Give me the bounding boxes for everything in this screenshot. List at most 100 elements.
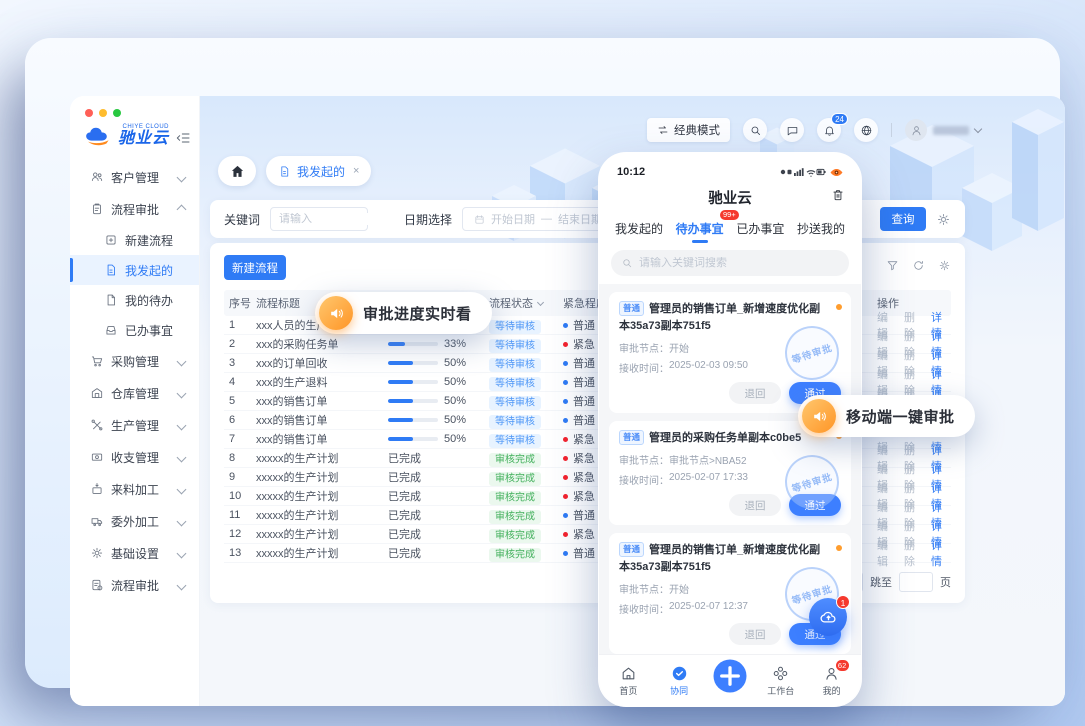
urgency-dot [563,513,568,518]
chevron-icon [177,516,187,526]
phone-tab[interactable]: 待办事宜 99+ [676,218,724,239]
minimize-window-dot[interactable] [99,109,107,117]
jump-page-input[interactable] [899,572,933,592]
refresh-icon[interactable] [912,259,925,272]
status-badge: 等待审核 [489,339,541,353]
notifications-button[interactable]: 24 [817,118,841,142]
sidebar-item-icon [90,546,104,560]
phone-nav-item[interactable] [708,668,752,694]
row-index: 6 [224,414,256,426]
row-index: 11 [224,509,256,521]
batch-approve-float-button[interactable]: 1 [809,598,847,636]
user-menu[interactable] [905,119,981,141]
phone-tab[interactable]: 抄送我的 [797,218,845,239]
return-button[interactable]: 退回 [729,382,781,404]
process-title: xxxxx的生产计划 [256,450,388,466]
sidebar-item-icon [90,482,104,496]
window-bezel: CHIYE CLOUD 驰业云 客户管理 流程审批 [25,38,1060,688]
sidebar-item[interactable]: 生产管理 [70,409,199,441]
sidebar-item-icon [104,323,118,337]
search-button[interactable] [743,118,767,142]
close-window-dot[interactable] [85,109,93,117]
phone-header: 驰业云 [599,183,861,211]
sort-caret-icon[interactable] [537,298,544,305]
filter-settings-gear-icon[interactable] [936,212,951,227]
process-title: xxx的生产退料 [256,374,388,390]
close-tab-icon[interactable]: × [353,165,359,177]
notification-badge: 24 [831,113,848,125]
phone-search-bar[interactable] [611,250,849,276]
phone-tab[interactable]: 我发起的 [615,218,663,239]
classic-mode-button[interactable]: 经典模式 [647,118,730,142]
sidebar-item-icon [90,450,104,464]
sidebar-item[interactable]: 来料加工 [70,473,199,505]
messages-button[interactable] [780,118,804,142]
return-button[interactable]: 退回 [729,494,781,516]
language-button[interactable] [854,118,878,142]
row-index: 5 [224,395,256,407]
collapse-sidebar-icon[interactable] [175,130,191,146]
priority-tag: 普通 [619,542,644,557]
approval-card[interactable]: 等待审批 普通管理员的销售订单_新增速度优化副本35a73副本751f5 审批节… [609,533,851,654]
sidebar-item[interactable]: 我的待办 [70,285,199,315]
sidebar-item[interactable]: 流程审批 [70,569,199,601]
maximize-window-dot[interactable] [113,109,121,117]
home-button[interactable] [218,156,256,186]
date-range-input[interactable]: 开始日期 — 结束日期 [462,207,614,231]
sidebar-item[interactable]: 基础设置 [70,537,199,569]
sidebar-item[interactable]: 委外加工 [70,505,199,537]
urgency-label: 紧急 [573,336,595,352]
message-icon [786,124,799,137]
sidebar-nav: 客户管理 流程审批 新建流程 [70,161,199,601]
urgency-label: 普通 [573,317,595,333]
i-done [107,327,115,335]
phone-nav-label: 协同 [670,684,688,697]
tab-my-initiated[interactable]: 我发起的 × [266,156,371,186]
search-icon [749,124,762,137]
phone-tab[interactable]: 已办事宜 [736,218,784,239]
keyword-input[interactable] [279,213,377,225]
sidebar-item[interactable]: 客户管理 [70,161,199,193]
urgency-dot [563,456,568,461]
sidebar-item[interactable]: 采购管理 [70,345,199,377]
clear-trash-icon[interactable] [831,188,845,202]
phone-nav-item[interactable]: 工作台 [759,665,803,697]
return-button[interactable]: 退回 [729,623,781,645]
phone-nav-icon [620,665,637,682]
urgency-dot [563,418,568,423]
progress-bar [388,380,438,384]
phone-nav-item[interactable]: 62 我的 [810,665,854,697]
delete-link[interactable]: 删除 [904,537,924,569]
sidebar-item-icon [104,293,118,307]
phone-nav-item[interactable]: 协同 [657,665,701,697]
urgency-label: 普通 [573,355,595,371]
sidebar-item[interactable]: 流程审批 [70,193,199,225]
chevron-down-icon [974,124,982,132]
detail-link[interactable]: 详情 [931,537,951,569]
sidebar-item[interactable]: 新建流程 [70,225,199,255]
status-badge: 等待审核 [489,320,541,334]
phone-search-input[interactable] [639,257,839,269]
column-settings-gear-icon[interactable] [938,259,951,272]
sidebar-item[interactable]: 收支管理 [70,441,199,473]
urgency-label: 紧急 [573,469,595,485]
progress-label: 已完成 [388,526,421,542]
page-background: CHIYE CLOUD 驰业云 客户管理 流程审批 [0,0,1085,726]
sidebar-item[interactable]: 已办事宜 [70,315,199,345]
phone-nav-item[interactable]: 首页 [606,665,650,697]
sidebar-item-icon [90,354,104,368]
urgency-label: 紧急 [573,488,595,504]
window-controls[interactable] [85,109,121,117]
sidebar-item[interactable]: 仓库管理 [70,377,199,409]
keyword-input-box[interactable] [270,207,368,231]
query-button[interactable]: 查询 [880,207,926,231]
edit-link[interactable]: 编辑 [877,537,897,569]
urgency-dot [563,380,568,385]
filter-funnel-icon[interactable] [886,259,899,272]
swap-icon [657,124,669,136]
i-settings [92,548,101,557]
phone-nav-icon [671,665,688,682]
urgency-label: 普通 [573,412,595,428]
new-process-button[interactable]: 新建流程 [224,255,286,280]
sidebar-item[interactable]: 我发起的 [70,255,199,285]
